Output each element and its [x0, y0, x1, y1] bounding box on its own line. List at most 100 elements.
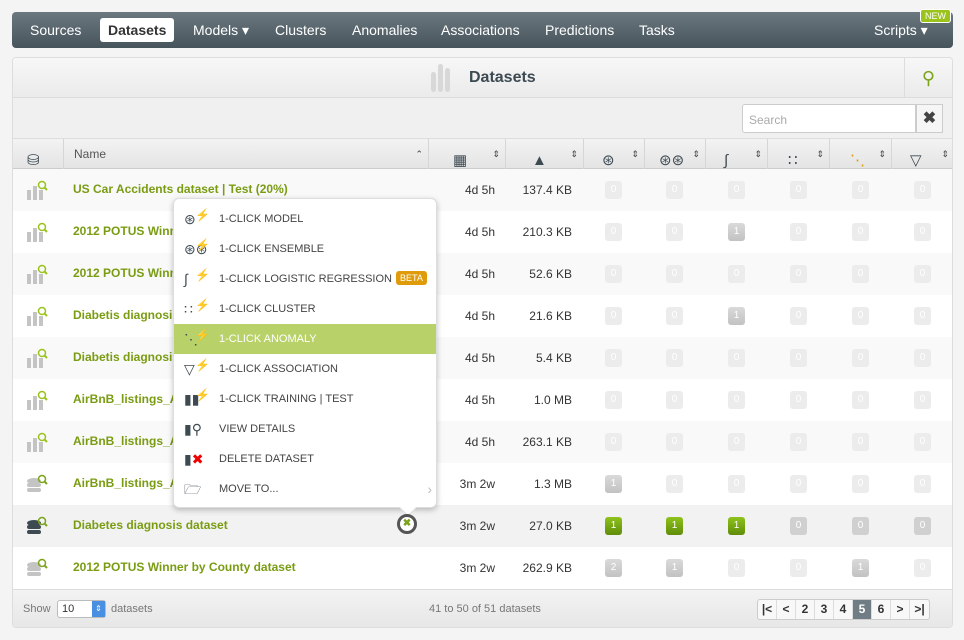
close-menu-button[interactable]: ✖: [397, 514, 417, 534]
associations-column-header[interactable]: ▽ ⇕: [892, 139, 952, 169]
sort-icon[interactable]: ⇕: [816, 139, 824, 169]
sort-icon[interactable]: ⇕: [492, 139, 500, 169]
clusters-column-header[interactable]: ∷ ⇕: [768, 139, 830, 169]
resource-count-badge[interactable]: 0: [728, 265, 745, 283]
resource-count-badge[interactable]: 0: [790, 223, 807, 241]
resource-count-badge[interactable]: 1: [852, 559, 869, 577]
resource-count-badge[interactable]: 0: [790, 517, 807, 535]
table-row[interactable]: Diabetis diagnosis 4d 5h 5.4 KB 0 0 0 0 0 0: [13, 337, 952, 379]
dataset-name-link[interactable]: AirBnB_listings_A: [73, 434, 178, 448]
dataset-name-link[interactable]: AirBnB_listings_A: [73, 392, 178, 406]
resource-count-badge[interactable]: 0: [790, 265, 807, 283]
resource-count-badge[interactable]: 0: [605, 223, 622, 241]
anomalies-column-header[interactable]: ⋱ ⇕: [830, 139, 892, 169]
per-page-select[interactable]: 10 ⇕: [57, 600, 106, 618]
resource-count-badge[interactable]: 0: [914, 559, 931, 577]
resource-count-badge[interactable]: 0: [914, 307, 931, 325]
resource-count-badge[interactable]: 1: [728, 307, 745, 325]
sort-icon[interactable]: ⇕: [570, 139, 578, 169]
resource-count-badge[interactable]: 0: [605, 265, 622, 283]
resource-count-badge[interactable]: 0: [666, 475, 683, 493]
resource-count-badge[interactable]: 0: [790, 307, 807, 325]
last-page-button[interactable]: >|: [910, 600, 929, 619]
table-row[interactable]: Diabetes diagnosis dataset 3m 2w 27.0 KB…: [13, 505, 952, 547]
resource-count-badge[interactable]: 0: [852, 265, 869, 283]
search-toggle-icon[interactable]: ⚲: [904, 58, 952, 98]
name-column-header[interactable]: Name ⌃: [64, 139, 429, 169]
dataset-name-link[interactable]: 2012 POTUS Winner by County dataset: [73, 560, 296, 574]
resource-count-badge[interactable]: 0: [914, 223, 931, 241]
table-row[interactable]: US Car Accidents dataset | Test (20%) 4d…: [13, 169, 952, 211]
resource-count-badge[interactable]: 0: [852, 475, 869, 493]
resource-count-badge[interactable]: 0: [728, 475, 745, 493]
table-row[interactable]: 2012 POTUS Winner by County dataset 3m 2…: [13, 547, 952, 589]
dataset-name-link[interactable]: AirBnB_listings_A: [73, 476, 178, 490]
resource-count-badge[interactable]: 0: [914, 475, 931, 493]
resource-count-badge[interactable]: 0: [666, 265, 683, 283]
nav-sources[interactable]: Sources: [22, 18, 89, 42]
resource-count-badge[interactable]: 0: [605, 181, 622, 199]
resource-count-badge[interactable]: 0: [728, 433, 745, 451]
table-row[interactable]: AirBnB_listings_A 3m 2w 1.3 MB 1 0 0 0 0 0: [13, 463, 952, 505]
page-6[interactable]: 6: [872, 600, 891, 619]
sort-icon[interactable]: ⌃: [415, 139, 423, 169]
table-row[interactable]: Diabetis diagnosis 4d 5h 21.6 KB 0 0 1 0 0 0: [13, 295, 952, 337]
resource-count-badge[interactable]: 1: [666, 517, 683, 535]
resource-count-badge[interactable]: 0: [605, 433, 622, 451]
resource-count-badge[interactable]: 1: [728, 223, 745, 241]
resource-count-badge[interactable]: 0: [790, 559, 807, 577]
resource-count-badge[interactable]: 0: [914, 349, 931, 367]
menu-item-1-click-association[interactable]: ▽ ⚡ 1-CLICK ASSOCIATION: [174, 354, 436, 384]
nav-clusters[interactable]: Clusters: [267, 18, 334, 42]
resource-count-badge[interactable]: 1: [605, 517, 622, 535]
page-4[interactable]: 4: [834, 600, 853, 619]
sort-icon[interactable]: ⇕: [754, 139, 762, 169]
dataset-name-link[interactable]: Diabetis diagnosis: [73, 308, 179, 322]
dataset-name-link[interactable]: 2012 POTUS Winn: [73, 266, 177, 280]
sort-icon[interactable]: ⇕: [878, 139, 886, 169]
first-page-button[interactable]: |<: [758, 600, 777, 619]
clear-search-button[interactable]: ✖: [916, 104, 943, 133]
dataset-name-link[interactable]: 2012 POTUS Winn: [73, 224, 177, 238]
table-row[interactable]: 2012 POTUS Winn 4d 5h 52.6 KB 0 0 0 0 0 0: [13, 253, 952, 295]
page-5[interactable]: 5: [853, 600, 872, 619]
nav-tasks[interactable]: Tasks: [631, 18, 683, 42]
page-3[interactable]: 3: [815, 600, 834, 619]
resource-count-badge[interactable]: 0: [852, 307, 869, 325]
table-row[interactable]: AirBnB_listings_A 4d 5h 1.0 MB 0 0 0 0 0 0: [13, 379, 952, 421]
dataset-name-link[interactable]: Diabetes diagnosis dataset: [73, 518, 228, 532]
resource-count-badge[interactable]: 0: [666, 307, 683, 325]
resource-count-badge[interactable]: 0: [914, 391, 931, 409]
menu-item-view-details[interactable]: ▮⚲ VIEW DETAILS: [174, 414, 436, 444]
prev-page-button[interactable]: <: [777, 600, 796, 619]
resource-count-badge[interactable]: 0: [605, 349, 622, 367]
resource-count-badge[interactable]: 2: [605, 559, 622, 577]
age-column-header[interactable]: ▦ ⇕: [429, 139, 506, 169]
chevron-down-icon[interactable]: ⇕: [92, 601, 105, 617]
menu-item-1-click-training-test[interactable]: ▮▮ ⚡ 1-CLICK TRAINING | TEST: [174, 384, 436, 414]
resource-count-badge[interactable]: 0: [666, 391, 683, 409]
sort-icon[interactable]: ⇕: [941, 139, 949, 169]
resource-count-badge[interactable]: 0: [666, 223, 683, 241]
menu-item-move-to[interactable]: 🗁 MOVE TO... ›: [174, 474, 436, 504]
resource-count-badge[interactable]: 0: [728, 181, 745, 199]
sort-icon[interactable]: ⇕: [631, 139, 639, 169]
resource-count-badge[interactable]: 0: [914, 181, 931, 199]
resource-count-badge[interactable]: 0: [666, 181, 683, 199]
resource-count-badge[interactable]: 0: [852, 223, 869, 241]
page-2[interactable]: 2: [796, 600, 815, 619]
nav-anomalies[interactable]: Anomalies: [344, 18, 425, 42]
menu-item-1-click-cluster[interactable]: ∷ ⚡ 1-CLICK CLUSTER: [174, 294, 436, 324]
resource-count-badge[interactable]: 0: [852, 349, 869, 367]
menu-item-1-click-logistic-regression[interactable]: ∫ ⚡ 1-CLICK LOGISTIC REGRESSION BETA: [174, 264, 436, 294]
next-page-button[interactable]: >: [891, 600, 910, 619]
nav-datasets[interactable]: Datasets: [100, 18, 175, 42]
resource-count-badge[interactable]: 1: [605, 475, 622, 493]
resource-count-badge[interactable]: 0: [790, 391, 807, 409]
logistic-column-header[interactable]: ∫ ⇕: [706, 139, 768, 169]
resource-count-badge[interactable]: 0: [605, 391, 622, 409]
resource-count-badge[interactable]: 0: [790, 349, 807, 367]
table-row[interactable]: 2012 POTUS Winn 4d 5h 210.3 KB 0 0 1 0 0 0: [13, 211, 952, 253]
menu-item-delete-dataset[interactable]: ▮✖ DELETE DATASET: [174, 444, 436, 474]
resource-count-badge[interactable]: 1: [728, 517, 745, 535]
